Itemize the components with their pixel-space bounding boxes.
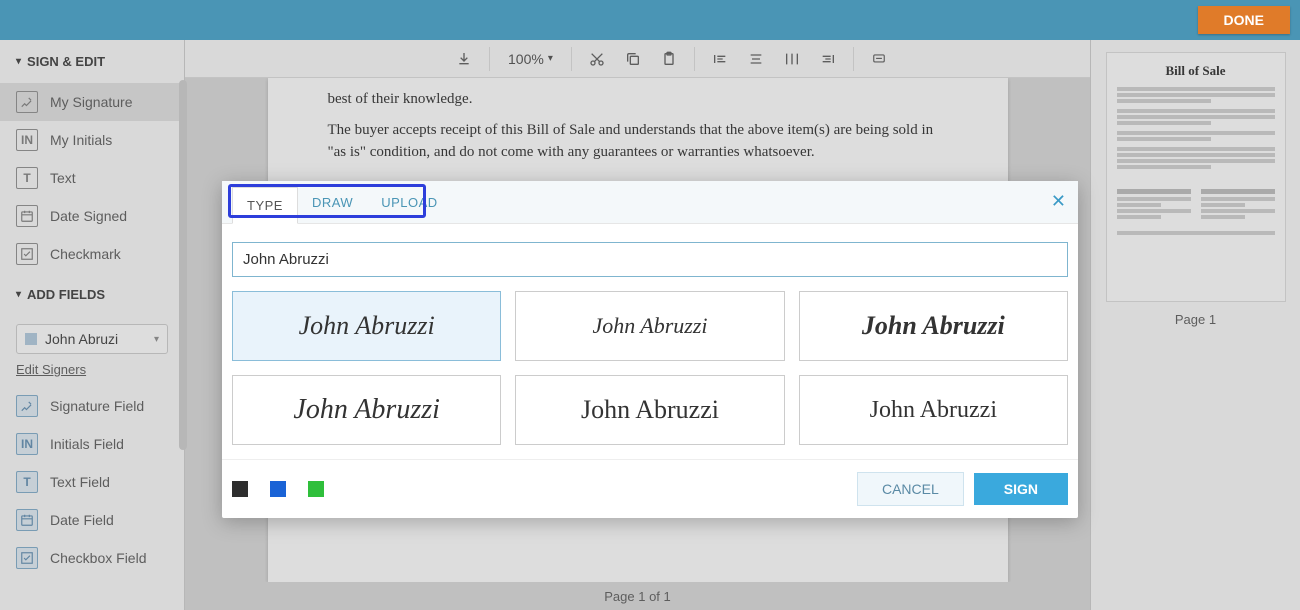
- signature-modal: TYPE DRAW UPLOAD ✕ John Abruzzi John Abr…: [222, 181, 1078, 518]
- modal-footer: CANCEL SIGN: [222, 459, 1078, 518]
- top-bar: DONE: [0, 0, 1300, 40]
- signature-style-3[interactable]: John Abruzzi: [799, 291, 1068, 361]
- color-blue[interactable]: [270, 481, 286, 497]
- tab-type[interactable]: TYPE: [232, 187, 298, 224]
- signature-style-2[interactable]: John Abruzzi: [515, 291, 784, 361]
- tab-draw[interactable]: DRAW: [298, 185, 367, 220]
- done-button[interactable]: DONE: [1198, 6, 1290, 34]
- close-icon[interactable]: ✕: [1051, 191, 1066, 212]
- cancel-button[interactable]: CANCEL: [857, 472, 964, 506]
- color-black[interactable]: [232, 481, 248, 497]
- signature-style-6[interactable]: John Abruzzi: [799, 375, 1068, 445]
- signature-style-4[interactable]: John Abruzzi: [232, 375, 501, 445]
- signature-style-5[interactable]: John Abruzzi: [515, 375, 784, 445]
- color-green[interactable]: [308, 481, 324, 497]
- sign-button[interactable]: SIGN: [974, 473, 1068, 505]
- signature-style-grid: John Abruzzi John Abruzzi John Abruzzi J…: [232, 291, 1068, 445]
- tab-upload[interactable]: UPLOAD: [367, 185, 451, 220]
- signature-style-1[interactable]: John Abruzzi: [232, 291, 501, 361]
- modal-tabs: TYPE DRAW UPLOAD ✕: [222, 181, 1078, 224]
- signature-name-input[interactable]: [232, 242, 1068, 277]
